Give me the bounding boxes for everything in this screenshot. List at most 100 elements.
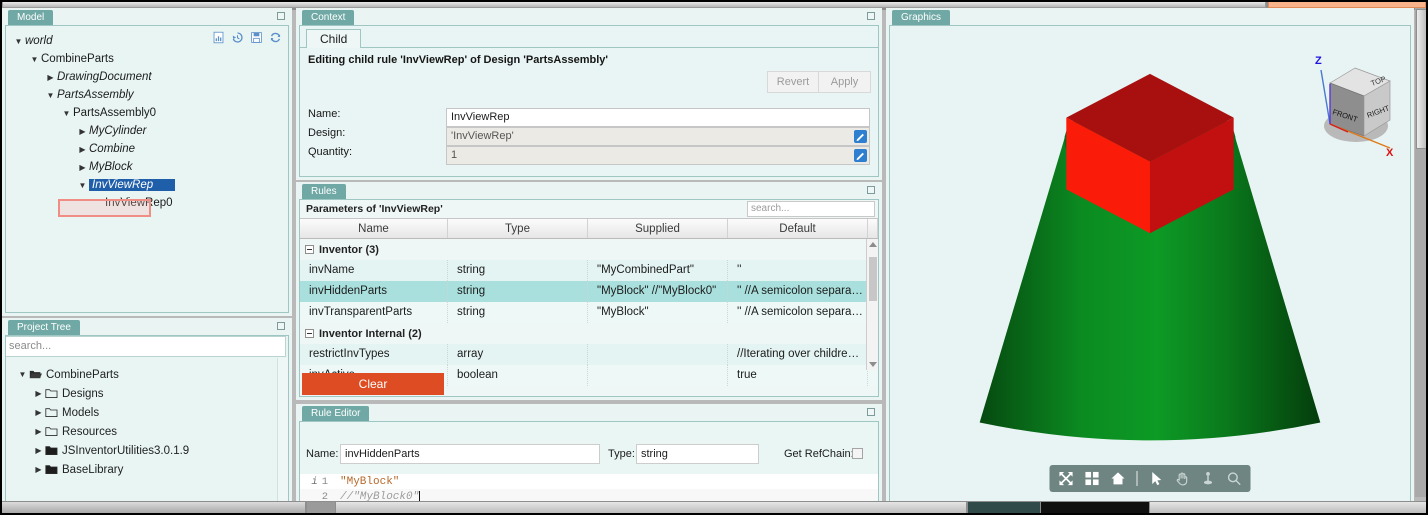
rule-editor-minimize-icon[interactable] xyxy=(867,408,875,416)
select-arrow-icon[interactable] xyxy=(1149,471,1164,486)
view-cube[interactable]: TOP FRONT RIGHT Z X xyxy=(1312,48,1398,158)
bottom-horizontal-scrollbar[interactable] xyxy=(0,501,1428,515)
table-column-header[interactable]: Type xyxy=(448,219,588,238)
model-panel-minimize-icon[interactable] xyxy=(277,12,285,20)
tab-child[interactable]: Child xyxy=(306,29,362,48)
model-tree-item[interactable]: ▼ CombineParts xyxy=(6,50,288,68)
tab-project-tree[interactable]: Project Tree xyxy=(8,320,80,335)
chevron-down-icon[interactable]: ▼ xyxy=(60,109,73,118)
home-icon[interactable] xyxy=(1111,471,1126,486)
chevron-right-icon[interactable]: ▶ xyxy=(76,127,89,136)
project-tree-item[interactable]: ▶ JSInventorUtilities3.0.1.9 xyxy=(6,441,288,460)
info-icon[interactable]: i xyxy=(311,476,317,488)
scrollbar-highlight-segment[interactable] xyxy=(1268,1,1426,8)
pan-hand-icon[interactable] xyxy=(1175,471,1190,486)
tab-rule-editor[interactable]: Rule Editor xyxy=(302,406,370,421)
tab-context[interactable]: Context xyxy=(302,10,355,25)
table-body[interactable]: Inventor (3) invName string "MyCombinedPart… xyxy=(300,239,878,386)
chevron-down-icon[interactable]: ▼ xyxy=(16,370,29,379)
rule-type-input[interactable]: string xyxy=(636,444,759,464)
model-tree-item[interactable]: ▼ PartsAssembly xyxy=(6,86,288,104)
table-vertical-scrollbar[interactable] xyxy=(866,239,878,370)
clear-button[interactable]: Clear xyxy=(302,373,444,395)
revert-button[interactable]: Revert xyxy=(767,71,819,93)
table-row[interactable]: invName string "MyCombinedPart" '' xyxy=(300,260,878,281)
chevron-down-icon[interactable]: ▼ xyxy=(12,37,25,46)
tab-rules[interactable]: Rules xyxy=(302,184,346,199)
chevron-right-icon[interactable]: ▶ xyxy=(32,465,45,474)
code-line[interactable]: i 1 "MyBlock" xyxy=(300,474,878,489)
model-tree-item[interactable]: ▼ InvViewRep xyxy=(6,176,288,194)
scroll-down-icon[interactable] xyxy=(869,362,877,367)
table-row[interactable]: restrictInvTypes array //Iterating over ch… xyxy=(300,344,878,365)
refchain-checkbox[interactable] xyxy=(852,448,863,459)
bottom-scroll-segment-left[interactable] xyxy=(0,502,305,513)
apply-button[interactable]: Apply xyxy=(819,71,871,93)
chevron-right-icon[interactable]: ▶ xyxy=(32,427,45,436)
edit-pencil-icon[interactable] xyxy=(854,149,867,162)
collapse-group-icon[interactable] xyxy=(305,329,314,338)
project-tree-minimize-icon[interactable] xyxy=(277,322,285,330)
model-tree-item[interactable]: ▼ world xyxy=(6,32,288,50)
parameters-search-input[interactable]: search... xyxy=(747,201,875,217)
model-tree-item[interactable]: ▶ Combine xyxy=(6,140,288,158)
context-field-input[interactable]: 1 xyxy=(446,146,870,165)
context-field-input[interactable]: 'InvViewRep' xyxy=(446,127,870,146)
chevron-right-icon[interactable]: ▶ xyxy=(32,446,45,455)
bottom-scroll-handle[interactable] xyxy=(307,502,335,513)
model-tree-item[interactable]: ▶ MyCylinder xyxy=(6,122,288,140)
rule-name-input[interactable]: invHiddenParts xyxy=(340,444,600,464)
table-row[interactable]: invHiddenParts string "MyBlock" //"MyBlock… xyxy=(300,281,878,302)
project-tree-body: search... ▼ CombineParts ▶ Designs ▶ Models ▶ R… xyxy=(5,335,289,505)
project-tree-scrollbar[interactable] xyxy=(277,358,288,504)
right-scroll-thumb[interactable] xyxy=(1416,9,1427,149)
model-tree-item[interactable]: InvViewRep0 xyxy=(6,194,288,212)
table-column-header[interactable]: Default xyxy=(728,219,868,238)
project-tree-item[interactable]: ▼ CombineParts xyxy=(6,365,288,384)
project-tree-item[interactable]: ▶ Designs xyxy=(6,384,288,403)
tab-model[interactable]: Model xyxy=(8,10,54,25)
orbit-icon[interactable] xyxy=(1201,471,1216,486)
chevron-right-icon[interactable]: ▶ xyxy=(32,389,45,398)
chevron-right-icon[interactable]: ▶ xyxy=(76,163,89,172)
grid-view-icon[interactable] xyxy=(1085,471,1100,486)
code-editor[interactable]: i 1 "MyBlock" 2//"MyBlock0" xyxy=(300,474,878,504)
right-vertical-scrollbar[interactable] xyxy=(1415,8,1428,497)
edit-pencil-icon[interactable] xyxy=(854,130,867,143)
table-column-header-spacer xyxy=(868,219,878,238)
table-column-header[interactable]: Name xyxy=(300,219,448,238)
bottom-scroll-segment-right[interactable] xyxy=(1150,502,1428,513)
project-search-input[interactable]: search... xyxy=(6,336,286,357)
chevron-down-icon[interactable]: ▼ xyxy=(44,91,57,100)
context-panel-minimize-icon[interactable] xyxy=(867,12,875,20)
project-tree-list[interactable]: ▼ CombineParts ▶ Designs ▶ Models ▶ Resources ▶ J… xyxy=(6,365,288,479)
tab-graphics[interactable]: Graphics xyxy=(892,10,951,25)
table-column-header[interactable]: Supplied xyxy=(588,219,728,238)
bottom-scroll-track[interactable] xyxy=(336,502,966,513)
project-tree-item[interactable]: ▶ BaseLibrary xyxy=(6,460,288,479)
model-tree-item[interactable]: ▶ MyBlock xyxy=(6,158,288,176)
model-tree-item[interactable]: ▼ PartsAssembly0 xyxy=(6,104,288,122)
table-scroll-thumb[interactable] xyxy=(869,257,877,301)
table-group-row[interactable]: Inventor Internal (2) xyxy=(300,323,878,344)
project-tree-item[interactable]: ▶ Resources xyxy=(6,422,288,441)
fit-to-view-icon[interactable] xyxy=(1059,471,1074,486)
table-cell-supplied: "MyCombinedPart" xyxy=(588,260,728,281)
zoom-magnifier-icon[interactable] xyxy=(1227,471,1242,486)
chevron-right-icon[interactable]: ▶ xyxy=(76,145,89,154)
context-field-input[interactable]: InvViewRep xyxy=(446,108,870,127)
table-row[interactable]: invTransparentParts string "MyBlock" '' //A… xyxy=(300,302,878,323)
rules-panel-minimize-icon[interactable] xyxy=(867,186,875,194)
chevron-down-icon[interactable]: ▼ xyxy=(76,181,89,190)
table-cell-type: string xyxy=(448,281,588,302)
chevron-right-icon[interactable]: ▶ xyxy=(32,408,45,417)
table-group-row[interactable]: Inventor (3) xyxy=(300,239,878,260)
collapse-group-icon[interactable] xyxy=(305,245,314,254)
scroll-up-icon[interactable] xyxy=(869,242,877,247)
project-tree-item[interactable]: ▶ Models xyxy=(6,403,288,422)
chevron-right-icon[interactable]: ▶ xyxy=(44,73,57,82)
scrollbar-thumb[interactable] xyxy=(2,1,1266,8)
model-tree-item[interactable]: ▶ DrawingDocument xyxy=(6,68,288,86)
chevron-down-icon[interactable]: ▼ xyxy=(28,55,41,64)
model-tree[interactable]: ▼ world ▼ CombineParts ▶ DrawingDocument ▼ Part… xyxy=(6,26,288,312)
